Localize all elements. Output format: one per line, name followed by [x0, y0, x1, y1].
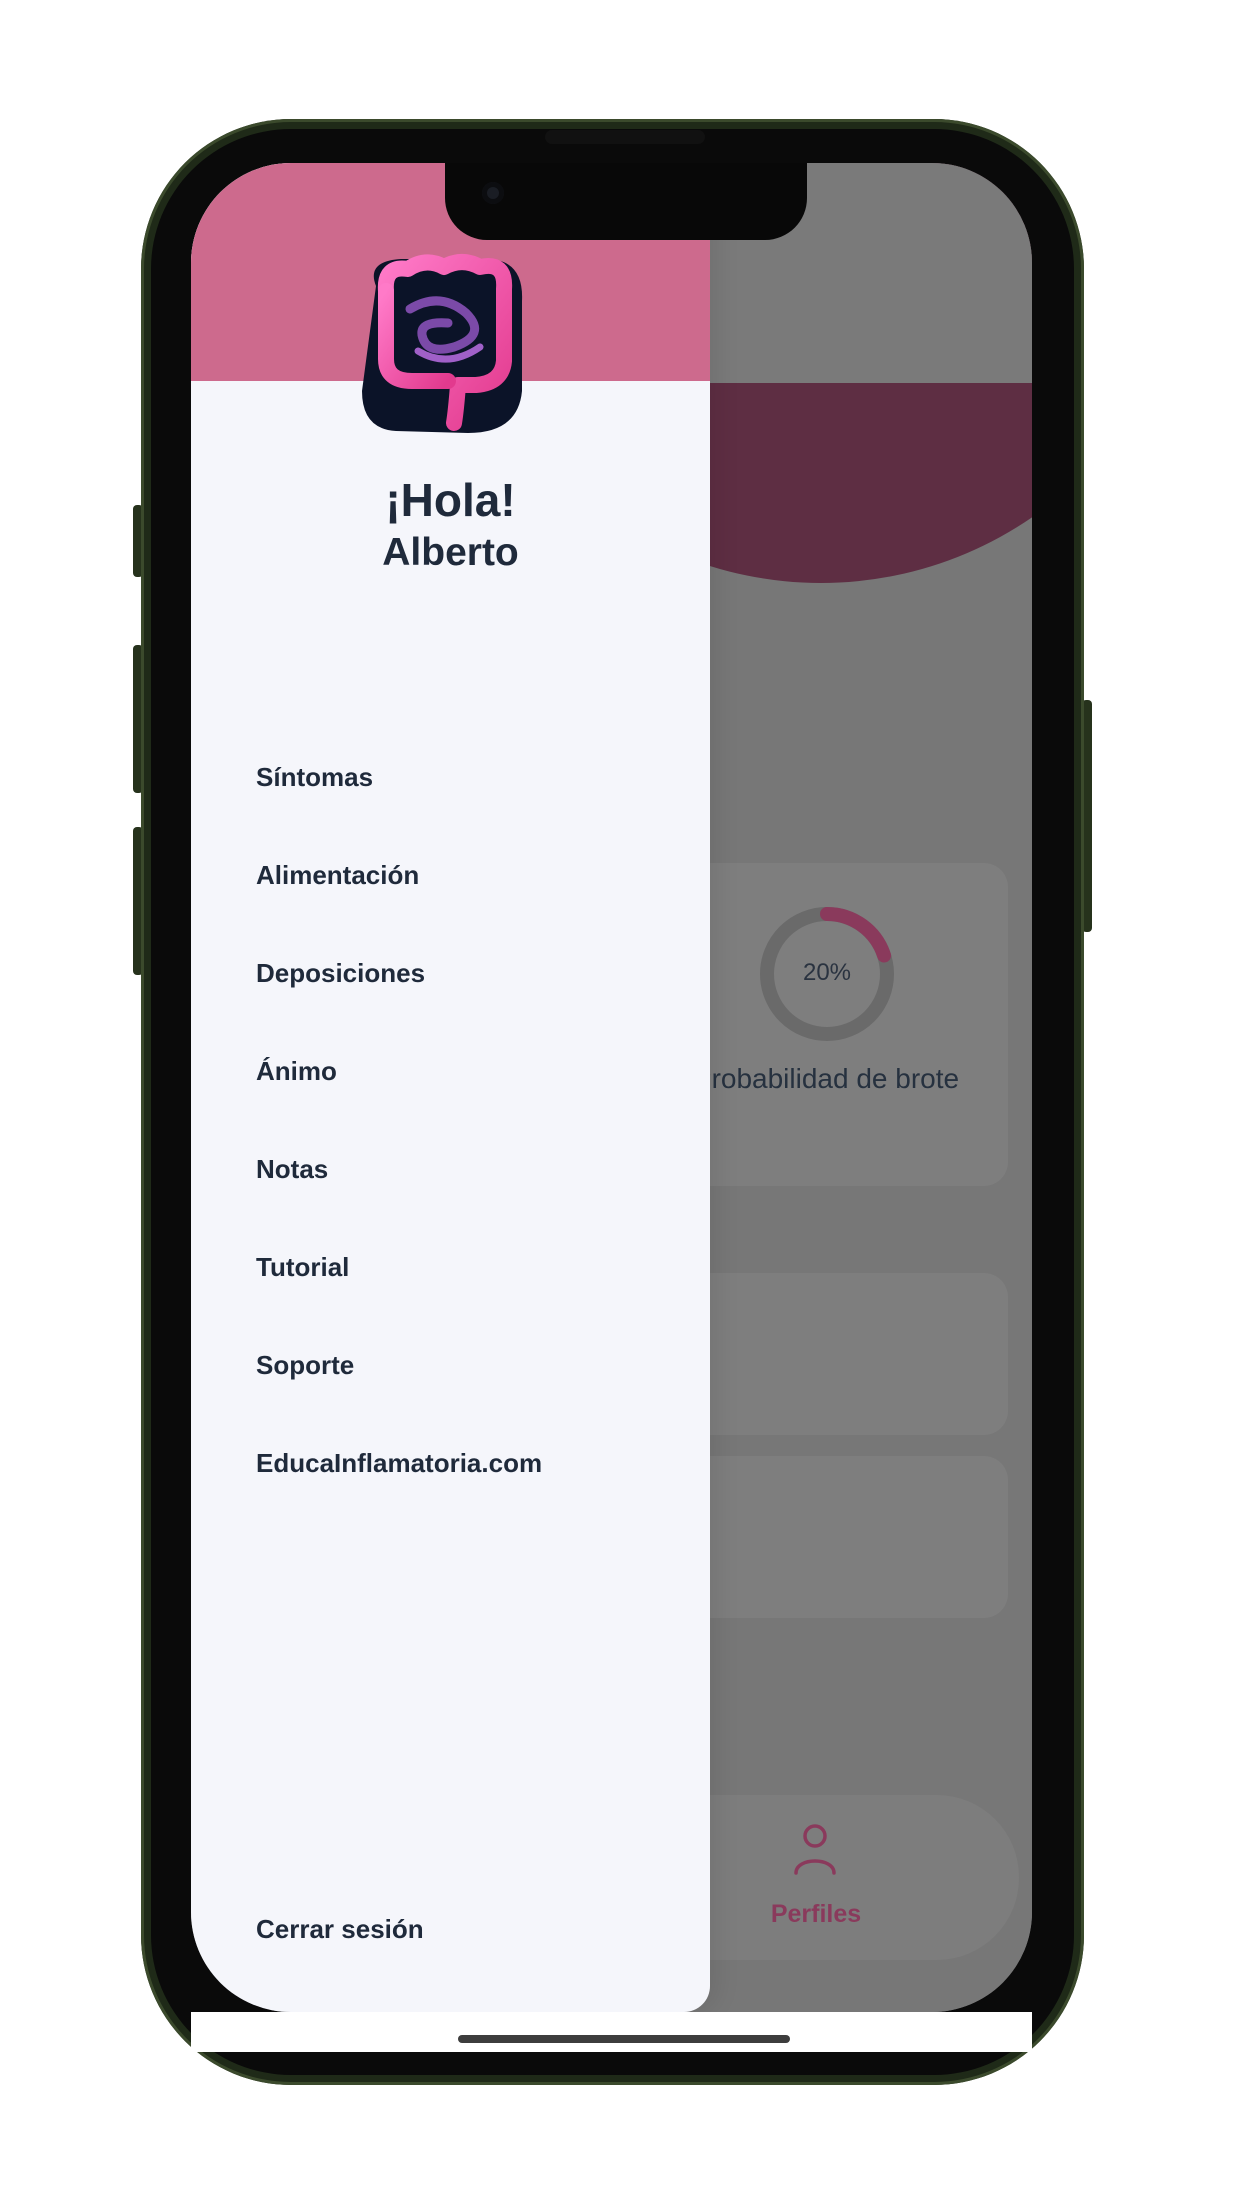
- screen: 20% Probabilidad de brote Perfiles ¡Hola…: [191, 163, 1032, 2012]
- menu-item-deposiciones[interactable]: Deposiciones: [256, 957, 425, 989]
- probability-label: Probabilidad de brote: [692, 1063, 960, 1094]
- person-icon[interactable]: [793, 1823, 837, 1875]
- front-camera: [482, 182, 504, 204]
- home-indicator[interactable]: [458, 2035, 790, 2043]
- menu-item-animo[interactable]: Ánimo: [256, 1055, 337, 1087]
- menu-item-alimentacion[interactable]: Alimentación: [256, 859, 419, 891]
- phone-stage: 20% Probabilidad de brote Perfiles ¡Hola…: [0, 0, 1242, 2208]
- navigation-drawer: ¡Hola! Alberto Síntomas Alimentación Dep…: [191, 163, 710, 2012]
- intestine-logo-icon: [362, 254, 523, 433]
- menu-item-educainflamatoria[interactable]: EducaInflamatoria.com: [256, 1447, 542, 1479]
- summary-card[interactable]: [681, 1273, 1008, 1435]
- tab-profiles[interactable]: Perfiles: [731, 1900, 901, 1929]
- probability-value: 20%: [802, 959, 852, 986]
- summary-card[interactable]: [681, 1456, 1008, 1618]
- menu-item-sintomas[interactable]: Síntomas: [256, 761, 373, 793]
- menu-item-soporte[interactable]: Soporte: [256, 1349, 354, 1381]
- screen-bottom-strip: [191, 2012, 1032, 2052]
- user-name: Alberto: [382, 531, 519, 574]
- speaker-grille: [545, 130, 705, 144]
- greeting-title: ¡Hola!: [385, 474, 516, 526]
- menu-item-notas[interactable]: Notas: [256, 1153, 328, 1185]
- menu-item-tutorial[interactable]: Tutorial: [256, 1251, 349, 1283]
- logout-button[interactable]: Cerrar sesión: [256, 1914, 424, 1945]
